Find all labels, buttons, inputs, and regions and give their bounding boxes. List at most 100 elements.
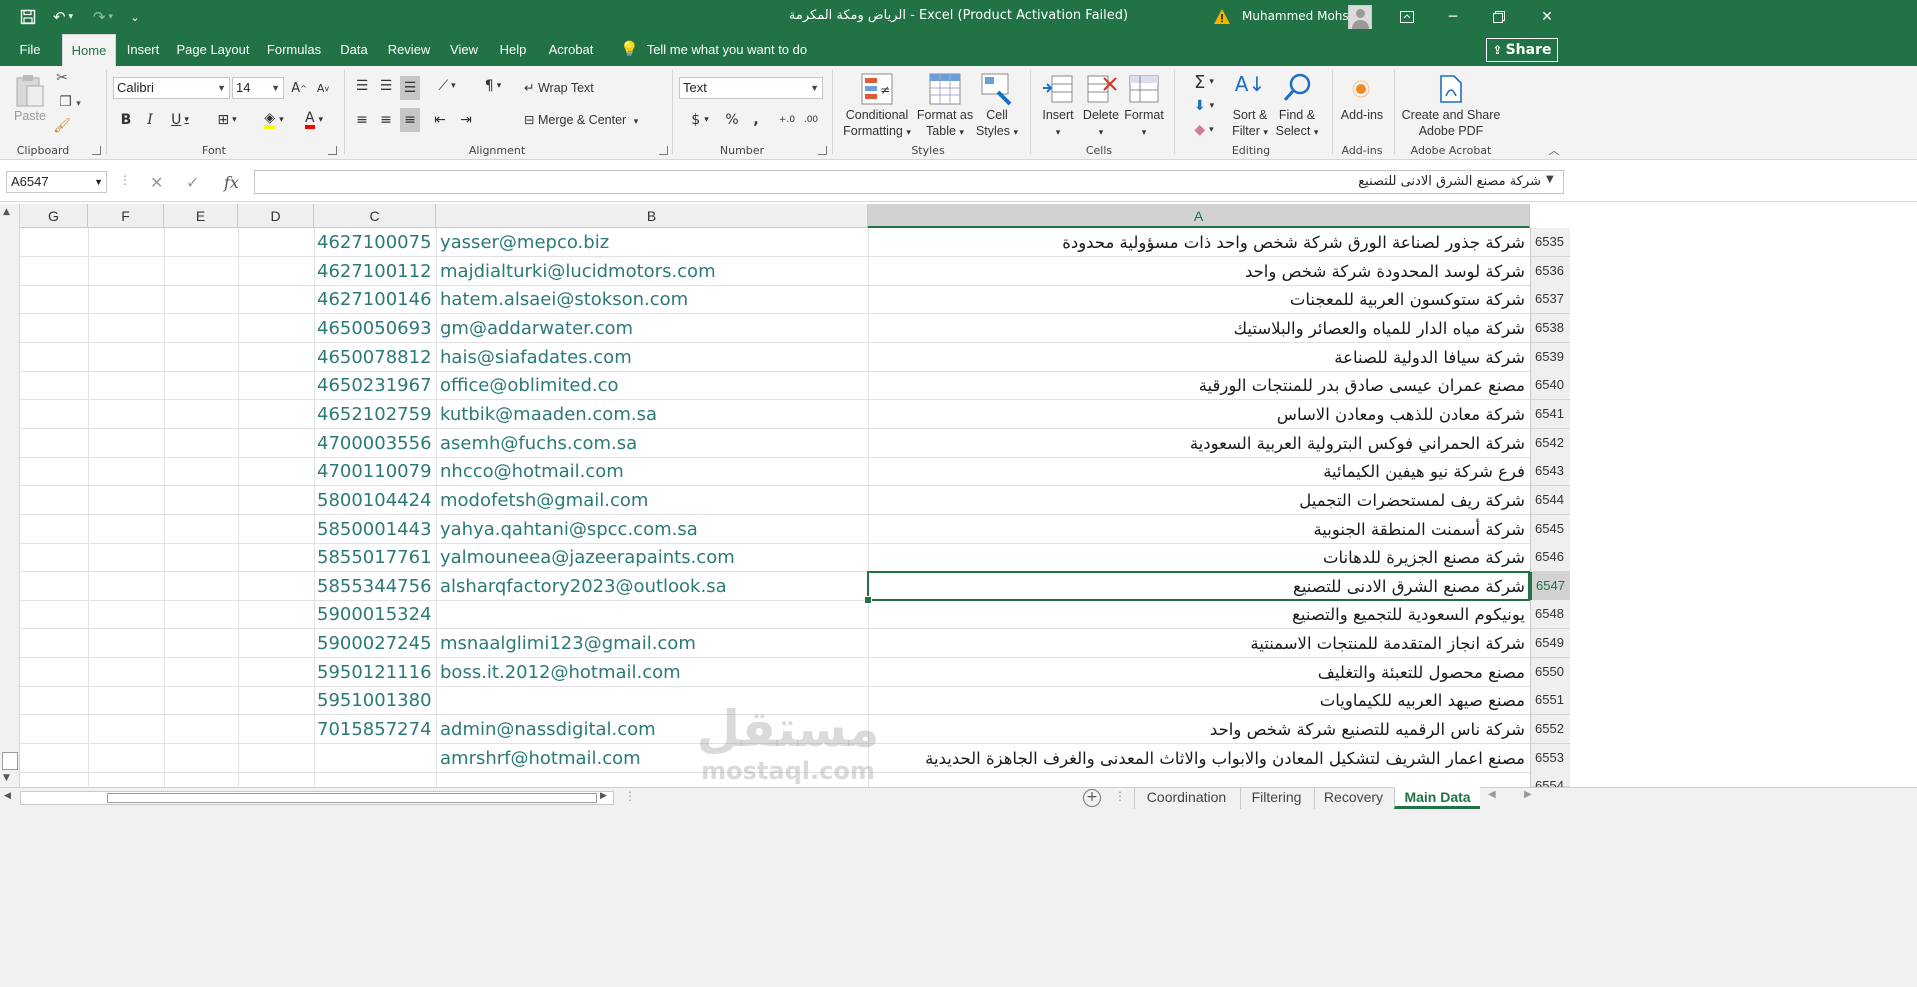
sheet-nav-left-icon[interactable]: ◀ xyxy=(1488,789,1496,800)
delete-cells-button[interactable]: Delete ▾ xyxy=(1078,107,1124,140)
cell-c[interactable]: 4650078812 xyxy=(314,343,436,372)
clear-icon[interactable]: ◆ ▾ xyxy=(1184,118,1224,142)
fill-icon[interactable]: ⬇ ▾ xyxy=(1184,94,1224,118)
cancel-icon[interactable]: ✕ xyxy=(150,173,163,192)
borders-icon[interactable]: ⊞ ▾ xyxy=(206,108,248,132)
share-button[interactable]: ⇪ Share xyxy=(1486,38,1558,62)
scroll-thumb[interactable] xyxy=(2,752,18,770)
fill-color-icon[interactable]: ◈ ▾ xyxy=(256,108,292,132)
add-sheet-icon[interactable]: + xyxy=(1083,789,1101,807)
cell-b[interactable]: majdialturki@lucidmotors.com xyxy=(437,257,1037,286)
scroll-right-icon[interactable]: ▶ xyxy=(600,791,607,801)
sheet-tab-filtering[interactable]: Filtering xyxy=(1240,787,1312,809)
column-header-d[interactable]: D xyxy=(238,204,314,228)
format-cells-button[interactable]: Format ▾ xyxy=(1120,107,1168,140)
decrease-indent-icon[interactable]: ⇤ xyxy=(430,108,450,132)
warning-icon[interactable] xyxy=(1213,8,1231,26)
expand-formula-bar-icon[interactable]: ▼ xyxy=(1546,174,1554,185)
tab-acrobat[interactable]: Acrobat xyxy=(542,34,600,66)
cell-b[interactable]: hatem.alsaei@stokson.com xyxy=(437,285,1037,314)
cell-b[interactable]: modofetsh@gmail.com xyxy=(437,486,1037,515)
h-scroll-thumb[interactable] xyxy=(107,793,597,803)
cell-c[interactable]: 4652102759 xyxy=(314,400,436,429)
cell-c[interactable]: 4700003556 xyxy=(314,429,436,458)
cell-b[interactable]: yalmouneea@jazeerapaints.com xyxy=(437,543,1037,572)
wrap-text-button[interactable]: ↵ Wrap Text xyxy=(524,80,614,96)
conditional-formatting-button[interactable]: Conditional Formatting ▾ xyxy=(838,107,916,140)
sort-filter-button[interactable]: Sort & Filter ▾ xyxy=(1226,107,1274,140)
cell-styles-button[interactable]: Cell Styles ▾ xyxy=(970,107,1024,140)
tab-home[interactable]: Home xyxy=(62,34,116,67)
row-header[interactable]: 6546 xyxy=(1530,543,1570,572)
cell-c[interactable]: 4650050693 xyxy=(314,314,436,343)
cell-b[interactable]: gm@addarwater.com xyxy=(437,314,1037,343)
increase-decimal-icon[interactable]: +.0 xyxy=(776,108,798,132)
row-header[interactable]: 6535 xyxy=(1530,228,1570,257)
sheet-tab-handle-icon[interactable]: ⋮ xyxy=(1114,789,1126,803)
underline-icon[interactable]: U ▾ xyxy=(164,108,196,132)
row-header[interactable]: 6549 xyxy=(1530,629,1570,658)
copy-icon[interactable]: ❐ ▾ xyxy=(52,94,88,110)
row-header[interactable]: 6551 xyxy=(1530,686,1570,715)
cell-c[interactable]: 5950121116 xyxy=(314,658,436,687)
column-header-b[interactable]: B xyxy=(436,204,868,228)
horizontal-scrollbar[interactable] xyxy=(20,791,614,805)
row-header[interactable]: 6554 xyxy=(1530,772,1570,793)
percent-icon[interactable]: % xyxy=(722,108,742,132)
cell-c[interactable]: 5855017761 xyxy=(314,543,436,572)
cell-c[interactable] xyxy=(314,772,436,787)
number-launcher-icon[interactable] xyxy=(818,146,827,155)
insert-cells-button[interactable]: Insert ▾ xyxy=(1036,107,1080,140)
align-center-icon[interactable]: ≡ xyxy=(376,108,396,132)
cell-b[interactable]: asemh@fuchs.com.sa xyxy=(437,429,1037,458)
sheet-tab-recovery[interactable]: Recovery xyxy=(1314,787,1392,809)
cell-c[interactable]: 4627100146 xyxy=(314,285,436,314)
cell-c[interactable]: 5800104424 xyxy=(314,486,436,515)
cell-b[interactable]: kutbik@maaden.com.sa xyxy=(437,400,1037,429)
restore-icon[interactable] xyxy=(1476,4,1522,30)
autosum-icon[interactable]: Σ ▾ xyxy=(1184,70,1224,94)
cell-b[interactable]: yasser@mepco.biz xyxy=(437,228,1037,257)
enter-icon[interactable]: ✓ xyxy=(186,173,199,192)
scroll-up-icon[interactable]: ▲ xyxy=(3,207,10,217)
row-header[interactable]: 6552 xyxy=(1530,715,1570,744)
currency-icon[interactable]: $ ▾ xyxy=(682,108,718,132)
cell-c[interactable]: 5850001443 xyxy=(314,515,436,544)
tab-formulas[interactable]: Formulas xyxy=(262,34,326,66)
scroll-down-icon[interactable]: ▼ xyxy=(3,773,10,783)
scroll-left-icon[interactable]: ◀ xyxy=(4,791,11,801)
cell-c[interactable]: 5855344756 xyxy=(314,572,436,601)
column-header-e[interactable]: E xyxy=(164,204,238,228)
user-name[interactable]: Muhammed Mohsin xyxy=(1242,9,1360,23)
cell-b[interactable]: hais@siafadates.com xyxy=(437,343,1037,372)
orientation-icon[interactable]: ⟋ ▾ xyxy=(430,74,464,98)
tab-data[interactable]: Data xyxy=(334,34,374,66)
cell-c[interactable]: 4700110079 xyxy=(314,457,436,486)
comma-icon[interactable]: , xyxy=(746,108,766,132)
sheet-tab-main-data[interactable]: Main Data xyxy=(1394,787,1480,809)
row-header[interactable]: 6543 xyxy=(1530,457,1570,486)
paste-button[interactable]: Paste xyxy=(12,108,48,124)
row-header[interactable]: 6536 xyxy=(1530,257,1570,286)
cell-c[interactable]: 4627100112 xyxy=(314,257,436,286)
number-format-select[interactable]: Text ▼ xyxy=(679,77,823,99)
cell-c[interactable]: 4627100075 xyxy=(314,228,436,257)
align-top-icon[interactable]: ☰ xyxy=(352,74,372,98)
decrease-font-icon[interactable]: Av xyxy=(314,76,332,100)
name-box[interactable]: A6547 ▼ xyxy=(6,171,107,193)
increase-indent-icon[interactable]: ⇥ xyxy=(456,108,476,132)
sheet-tab-coordination[interactable]: Coordination xyxy=(1134,787,1238,809)
paste-icon[interactable] xyxy=(14,72,46,110)
align-middle-icon[interactable]: ☰ xyxy=(376,74,396,98)
format-as-table-button[interactable]: Format as Table ▾ xyxy=(912,107,978,140)
font-size-select[interactable]: 14 ▼ xyxy=(232,77,284,99)
tab-insert[interactable]: Insert xyxy=(120,34,166,66)
row-header[interactable]: 6548 xyxy=(1530,600,1570,629)
cell-c[interactable]: 5900015324 xyxy=(314,600,436,629)
cell-b[interactable]: msnaalglimi123@gmail.com xyxy=(437,629,1037,658)
cell-c[interactable]: 5900027245 xyxy=(314,629,436,658)
tell-me-search[interactable]: 💡 Tell me what you want to do xyxy=(620,34,807,66)
column-header-c[interactable]: C xyxy=(314,204,436,228)
bold-icon[interactable]: B xyxy=(116,108,136,132)
text-direction-icon[interactable]: ¶ ▾ xyxy=(476,74,510,98)
